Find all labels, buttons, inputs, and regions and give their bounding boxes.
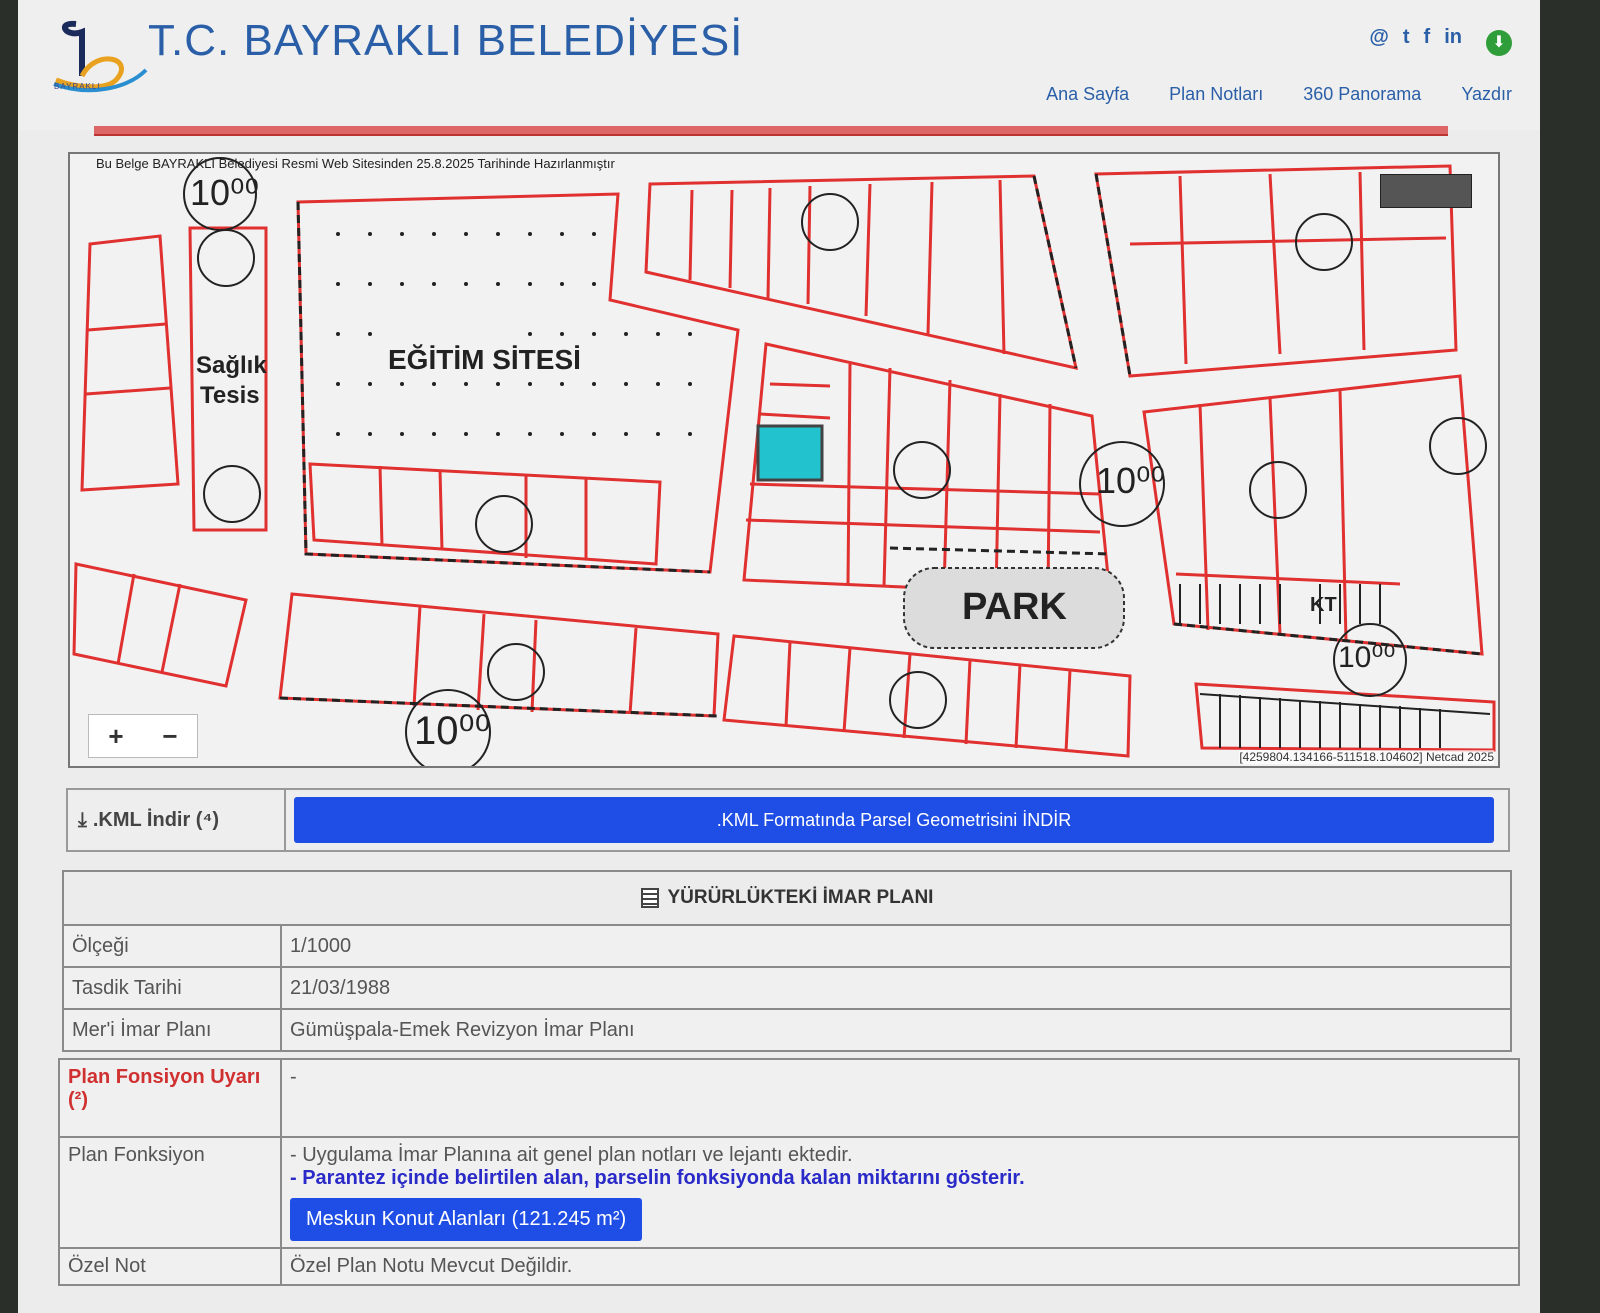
map-coordinates: [4259804.134166-511518.104602] Netcad 20… — [1239, 750, 1494, 764]
row-value: 21/03/1988 — [280, 966, 1512, 1010]
kml-download-button[interactable]: .KML Formatında Parsel Geometrisini İNDİ… — [294, 797, 1494, 843]
plan-function-table: Plan Fonsiyon Uyarı (²) - Plan Fonksiyon… — [58, 1058, 1520, 1286]
table-row: Mer'i İmar Planı Gümüşpala-Emek Revizyon… — [62, 1008, 1512, 1052]
special-note-key: Özel Not — [58, 1247, 282, 1286]
map-canvas[interactable] — [70, 154, 1500, 768]
row-key: Ölçeği — [62, 924, 282, 968]
page: BAYRAKLI T.C. BAYRAKLI BELEDİYESİ @ t f … — [18, 0, 1540, 1313]
parcel-map[interactable]: Bu Belge BAYRAKLI Belediyesi Resmi Web S… — [68, 152, 1500, 768]
plan-function-key: Plan Fonksiyon — [58, 1136, 282, 1249]
label-school: EĞİTİM SİTESİ — [388, 344, 581, 375]
table-row: Tasdik Tarihi 21/03/1988 — [62, 966, 1512, 1010]
plan-function-value: - Uygulama İmar Planına ait genel plan n… — [280, 1136, 1520, 1249]
main-nav: Ana Sayfa Plan Notları 360 Panorama Yazd… — [1046, 84, 1512, 105]
table-row: Ölçeği 1/1000 — [62, 924, 1512, 968]
kml-label: ⤓ .KML İndir (⁴) — [68, 790, 286, 850]
table-row: Plan Fonksiyon - Uygulama İmar Planına a… — [58, 1136, 1520, 1249]
map-layer-toggle[interactable] — [1380, 174, 1472, 208]
zoning-plan-table: YÜRÜRLÜKTEKİ İMAR PLANI Ölçeği 1/1000 Ta… — [62, 870, 1512, 1052]
table-row: Plan Fonsiyon Uyarı (²) - — [58, 1058, 1520, 1138]
plan-function-warning-key: Plan Fonsiyon Uyarı (²) — [58, 1058, 282, 1138]
nav-print[interactable]: Yazdır — [1461, 84, 1512, 105]
linkedin-icon[interactable]: in — [1444, 26, 1462, 49]
row-value: Gümüşpala-Emek Revizyon İmar Planı — [280, 1008, 1512, 1052]
download-icon[interactable]: ⬇ — [1486, 30, 1512, 56]
function-area-button[interactable]: Meskun Konut Alanları (121.245 m²) — [290, 1198, 643, 1241]
label-kt: KT — [1310, 594, 1337, 616]
road-width-label: 10⁰⁰ — [190, 172, 259, 213]
plan-function-warning-value: - — [280, 1058, 1520, 1138]
map-document-note: Bu Belge BAYRAKLI Belediyesi Resmi Web S… — [96, 156, 615, 171]
label-health-1: Sağlık — [196, 352, 267, 379]
road-width-label: 10⁰⁰ — [1096, 460, 1165, 501]
row-key: Tasdik Tarihi — [62, 966, 282, 1010]
nav-360-panorama[interactable]: 360 Panorama — [1303, 84, 1421, 105]
list-icon — [640, 887, 659, 908]
row-key: Mer'i İmar Planı — [62, 1008, 282, 1052]
kml-label-text: .KML İndir (⁴) — [92, 808, 220, 831]
nav-plan-notes[interactable]: Plan Notları — [1169, 84, 1263, 105]
site-title[interactable]: T.C. BAYRAKLI BELEDİYESİ — [148, 16, 743, 66]
header-divider — [94, 126, 1448, 136]
twitter-icon[interactable]: t — [1403, 26, 1410, 49]
zoom-out-button[interactable]: − — [143, 715, 197, 757]
special-note-value: Özel Plan Notu Mevcut Değildir. — [280, 1247, 1520, 1286]
zoom-control: + − — [88, 714, 198, 758]
facebook-icon[interactable]: f — [1424, 26, 1431, 49]
kml-download-row: ⤓ .KML İndir (⁴) .KML Formatında Parsel … — [66, 788, 1510, 852]
email-icon[interactable]: @ — [1369, 26, 1389, 49]
logo-caption: BAYRAKLI — [54, 82, 101, 91]
site-header: BAYRAKLI T.C. BAYRAKLI BELEDİYESİ @ t f … — [18, 0, 1540, 130]
zoning-plan-header: YÜRÜRLÜKTEKİ İMAR PLANI — [62, 870, 1512, 926]
label-health-2: Tesis — [200, 382, 260, 409]
nav-home[interactable]: Ana Sayfa — [1046, 84, 1129, 105]
road-width-label: 10⁰⁰ — [414, 709, 491, 753]
social-links: @ t f in — [1369, 26, 1462, 49]
plan-function-note: - Uygulama İmar Planına ait genel plan n… — [290, 1144, 853, 1166]
download-icon: ⤓ — [78, 808, 87, 831]
row-value: 1/1000 — [280, 924, 1512, 968]
zoom-in-button[interactable]: + — [89, 715, 143, 757]
label-park: PARK — [962, 586, 1067, 628]
road-width-label: 10⁰⁰ — [1338, 641, 1396, 674]
plan-function-note-area: - Parantez içinde belirtilen alan, parse… — [290, 1167, 1025, 1189]
table-row: Özel Not Özel Plan Notu Mevcut Değildir. — [58, 1247, 1520, 1286]
zoning-plan-title: YÜRÜRLÜKTEKİ İMAR PLANI — [667, 887, 934, 908]
